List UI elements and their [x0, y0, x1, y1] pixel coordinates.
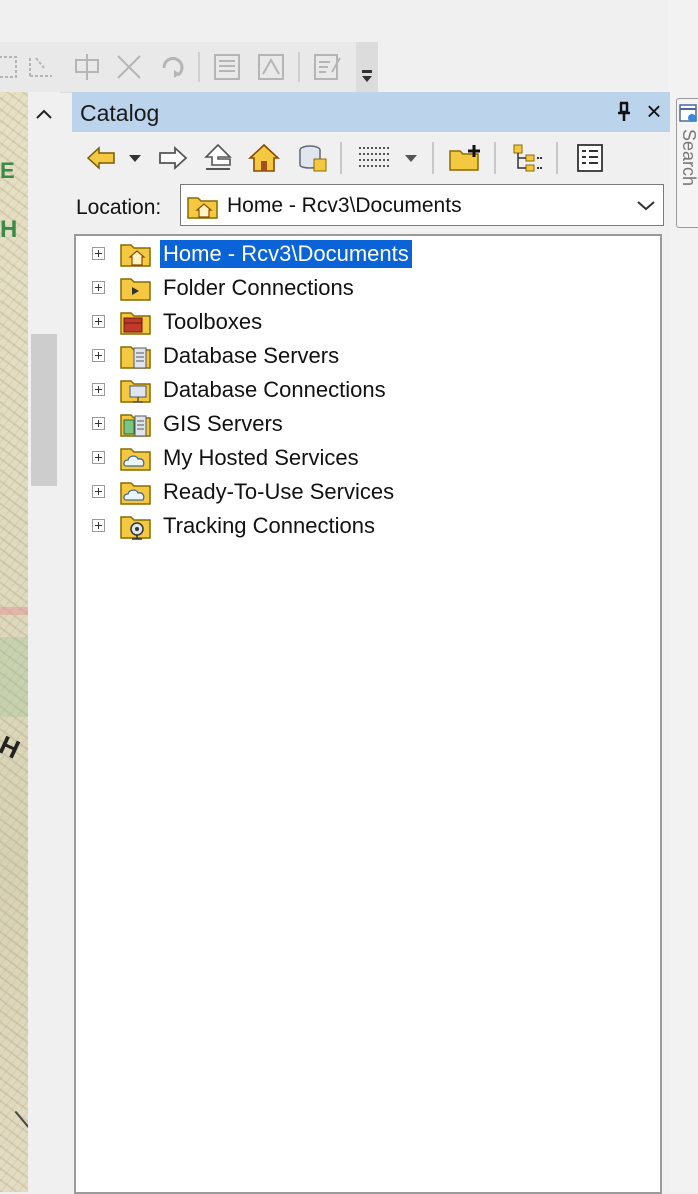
- details-icon: [577, 144, 603, 172]
- database-server-icon: [120, 346, 151, 369]
- tree-item-label[interactable]: Ready-To-Use Services: [160, 478, 397, 506]
- grid-view-icon: [359, 147, 389, 167]
- tree-item-tracking-connections[interactable]: Tracking Connections: [76, 510, 656, 544]
- vertical-scrollbar[interactable]: [28, 92, 60, 1192]
- map-label-fragment: H: [0, 216, 18, 243]
- home-button[interactable]: [246, 140, 282, 176]
- cut-polygon-icon[interactable]: [112, 50, 146, 84]
- catalog-toolbar: [72, 134, 670, 182]
- expand-icon[interactable]: [92, 281, 105, 294]
- scroll-thumb[interactable]: [31, 334, 57, 486]
- location-combobox[interactable]: Home - Rcv3\Documents: [180, 184, 664, 226]
- map-view[interactable]: E H H: [0, 92, 36, 1192]
- expand-icon[interactable]: [92, 247, 105, 260]
- tree-item-label[interactable]: My Hosted Services: [160, 444, 362, 472]
- panel-title: Catalog: [80, 100, 160, 126]
- tracking-connection-icon: [120, 516, 151, 540]
- split-tool-icon[interactable]: [70, 50, 104, 84]
- expand-icon[interactable]: [92, 485, 105, 498]
- view-mode-button[interactable]: [354, 140, 394, 176]
- ready-services-icon: [120, 482, 151, 505]
- chevron-up-icon: [36, 109, 52, 119]
- pin-button[interactable]: [610, 98, 638, 126]
- tree-item-label[interactable]: Tracking Connections: [160, 512, 378, 540]
- catalog-title-bar[interactable]: Catalog ×: [72, 92, 670, 132]
- expand-icon[interactable]: [92, 349, 105, 362]
- back-button[interactable]: [84, 140, 120, 176]
- arrow-left-icon: [86, 146, 115, 170]
- location-value[interactable]: Home - Rcv3\Documents: [227, 194, 462, 218]
- tree-item-label[interactable]: Folder Connections: [160, 274, 357, 302]
- editor-toolbar: [0, 42, 378, 93]
- close-button[interactable]: ×: [640, 97, 668, 125]
- hosted-services-icon: [120, 448, 151, 471]
- up-level-icon: [204, 143, 232, 170]
- attributes-icon[interactable]: [210, 50, 244, 84]
- expand-icon[interactable]: [92, 451, 105, 464]
- search-tab-label: Search: [679, 129, 698, 187]
- expand-icon[interactable]: [92, 519, 105, 532]
- tree-item-toolboxes[interactable]: Toolboxes: [76, 306, 656, 340]
- tree-item-label[interactable]: Database Connections: [160, 376, 389, 404]
- catalog-panel: Catalog × Location: Home - Rcv3\Document…: [72, 92, 670, 1194]
- tree-view-icon: [513, 144, 542, 172]
- tree-item-label[interactable]: Database Servers: [160, 342, 342, 370]
- folder-connections-icon: [120, 278, 151, 301]
- tool-icon-1[interactable]: [0, 50, 24, 84]
- tree-item-label[interactable]: Home - Rcv3\Documents: [160, 240, 412, 268]
- view-mode-dropdown-button[interactable]: [400, 140, 422, 176]
- tree-item-label[interactable]: Toolboxes: [160, 308, 265, 336]
- tree-item-gis-servers[interactable]: GIS Servers: [76, 408, 656, 442]
- expand-icon[interactable]: [92, 417, 105, 430]
- tree-item-my-hosted-services[interactable]: My Hosted Services: [76, 442, 656, 476]
- location-label: Location:: [76, 196, 162, 219]
- chevron-down-icon: [129, 155, 141, 162]
- rotate-tool-icon[interactable]: [156, 50, 190, 84]
- map-label-fragment: E: [0, 158, 15, 183]
- gis-server-icon: [120, 414, 151, 437]
- database-connection-icon: [299, 145, 327, 172]
- tree-item-database-servers[interactable]: Database Servers: [76, 340, 656, 374]
- chevron-down-icon[interactable]: [635, 195, 657, 215]
- forward-button[interactable]: [154, 140, 190, 176]
- folder-add-icon: [449, 145, 480, 171]
- home-folder-icon: [120, 244, 151, 267]
- item-description-button[interactable]: [570, 140, 610, 176]
- close-icon: ×: [646, 96, 662, 126]
- home-folder-icon: [187, 197, 218, 219]
- toolbar-options-button[interactable]: [356, 42, 378, 92]
- tree-item-label[interactable]: GIS Servers: [160, 410, 286, 438]
- tree-item-database-connections[interactable]: Database Connections: [76, 374, 656, 408]
- tree-item-home[interactable]: Home - Rcv3\Documents: [76, 238, 656, 272]
- database-connection-icon: [120, 380, 151, 403]
- pin-icon: [618, 101, 630, 121]
- tree-item-ready-to-use-services[interactable]: Ready-To-Use Services: [76, 476, 656, 510]
- home-icon: [248, 143, 280, 172]
- catalog-tree[interactable]: Home - Rcv3\Documents Folder Connections…: [74, 234, 662, 1194]
- expand-icon[interactable]: [92, 383, 105, 396]
- sketch-properties-icon[interactable]: [254, 50, 288, 84]
- tree-item-folder-connections[interactable]: Folder Connections: [76, 272, 656, 306]
- toggle-contents-button[interactable]: [508, 140, 548, 176]
- connect-folder-button[interactable]: [294, 140, 330, 176]
- arrow-right-icon: [159, 145, 188, 171]
- connect-to-folder-button[interactable]: [446, 140, 486, 176]
- expand-icon[interactable]: [92, 315, 105, 328]
- scroll-up-button[interactable]: [28, 92, 60, 136]
- up-one-level-button[interactable]: [200, 140, 236, 176]
- map-label-fragment: H: [0, 729, 25, 765]
- toolbox-icon: [120, 312, 151, 335]
- chevron-down-icon: [405, 155, 417, 162]
- trace-tool-icon[interactable]: [24, 50, 58, 84]
- back-dropdown-button[interactable]: [124, 140, 146, 176]
- create-features-icon[interactable]: [310, 50, 344, 84]
- search-window-icon: [679, 104, 697, 122]
- search-tab[interactable]: Search: [676, 98, 698, 228]
